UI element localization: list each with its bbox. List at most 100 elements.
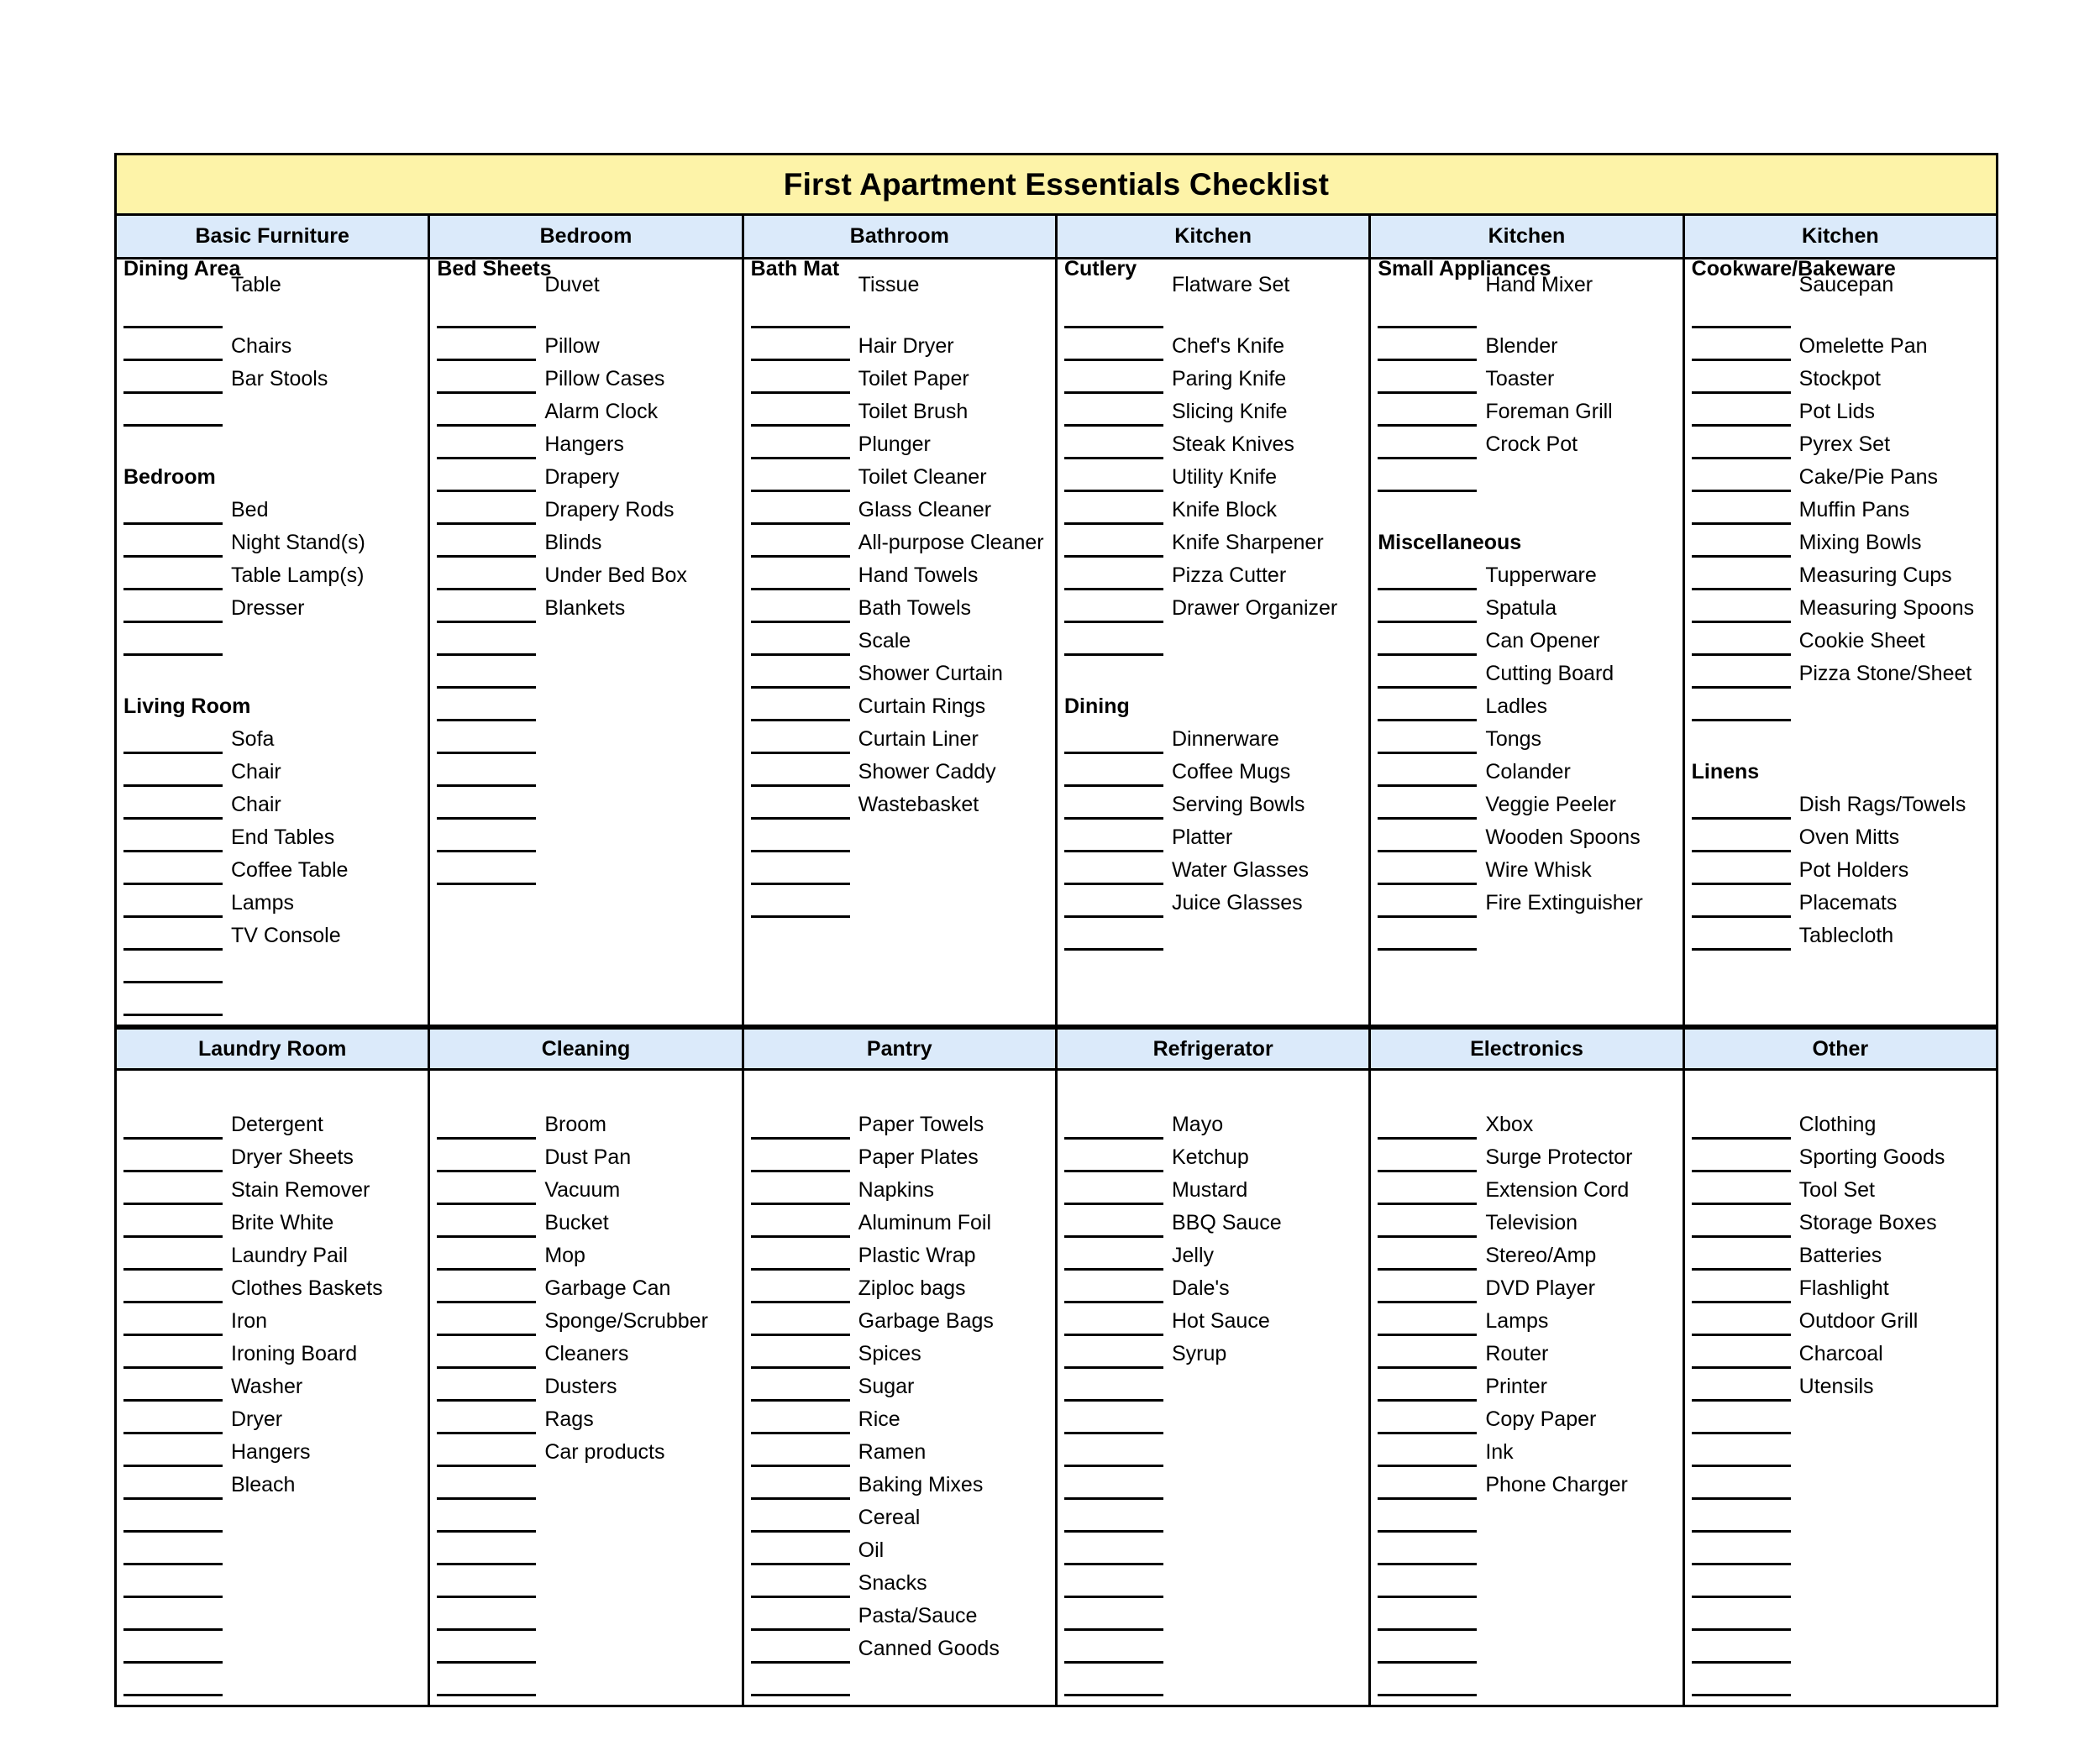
write-in-rule[interactable] [1063,1273,1163,1303]
write-in-rule[interactable] [437,658,537,689]
write-in-rule[interactable] [1378,1601,1478,1631]
write-in-line[interactable] [744,296,1055,328]
checklist-item[interactable]: Tablecloth [1685,918,1996,951]
write-in-rule[interactable] [1691,1240,1791,1271]
checklist-item[interactable]: Router [1371,1336,1682,1369]
write-in-line[interactable] [430,1664,741,1696]
checklist-item[interactable]: Water Glasses [1058,852,1368,885]
write-in-rule[interactable] [123,1142,223,1172]
write-in-line[interactable] [1058,1598,1368,1631]
write-in-rule[interactable] [1063,855,1163,885]
write-in-rule[interactable] [1691,1404,1791,1434]
checklist-item[interactable]: Pasta/Sauce [744,1598,1055,1631]
write-in-rule[interactable] [1063,789,1163,820]
checklist-item[interactable]: Spatula [1371,590,1682,623]
checklist-item[interactable]: Pillow Cases [430,361,741,394]
write-in-line[interactable] [117,1500,428,1533]
write-in-rule[interactable] [1691,1175,1791,1205]
write-in-rule[interactable] [1063,888,1163,918]
write-in-rule[interactable] [1378,1306,1478,1336]
write-in-rule[interactable] [750,1502,850,1533]
write-in-rule[interactable] [123,1273,223,1303]
write-in-line[interactable] [117,623,428,656]
write-in-line[interactable] [1058,1434,1368,1467]
checklist-item[interactable]: Stockpot [1685,361,1996,394]
write-in-rule[interactable] [1063,298,1163,328]
write-in-rule[interactable] [750,789,850,820]
checklist-item[interactable]: Brite White [117,1205,428,1238]
checklist-item[interactable]: Pot Holders [1685,852,1996,885]
write-in-rule[interactable] [123,1601,223,1631]
write-in-rule[interactable] [123,986,223,1016]
checklist-item[interactable]: Paper Towels [744,1107,1055,1140]
write-in-line[interactable] [1685,296,1996,328]
write-in-rule[interactable] [123,1208,223,1238]
write-in-rule[interactable] [750,822,850,852]
checklist-item[interactable]: Garbage Bags [744,1303,1055,1336]
write-in-rule[interactable] [123,298,223,328]
checklist-item[interactable]: Dryer [117,1402,428,1434]
checklist-item[interactable]: Paring Knife [1058,361,1368,394]
column-header-other[interactable]: Other [1684,1030,1996,1068]
write-in-rule[interactable] [1063,1666,1163,1696]
write-in-line[interactable] [117,1664,428,1696]
write-in-rule[interactable] [1063,1306,1163,1336]
write-in-line[interactable] [117,1533,428,1565]
write-in-rule[interactable] [437,1666,537,1696]
write-in-rule[interactable] [750,1240,850,1271]
checklist-item[interactable]: Toilet Brush [744,394,1055,427]
write-in-line[interactable] [117,983,428,1016]
checklist-item[interactable]: Jelly [1058,1238,1368,1271]
checklist-item[interactable]: Drapery [430,459,741,492]
write-in-rule[interactable] [1378,331,1478,361]
write-in-rule[interactable] [437,757,537,787]
checklist-item[interactable]: Broom [430,1107,741,1140]
column-header-laundry-room[interactable]: Laundry Room [117,1030,431,1068]
checklist-item[interactable]: Chairs [117,328,428,361]
write-in-line[interactable] [117,1598,428,1631]
write-in-rule[interactable] [437,789,537,820]
write-in-rule[interactable] [750,1208,850,1238]
write-in-line[interactable] [1685,689,1996,721]
write-in-rule[interactable] [1691,1339,1791,1369]
checklist-item[interactable]: Toilet Cleaner [744,459,1055,492]
checklist-item[interactable]: Rice [744,1402,1055,1434]
checklist-item[interactable]: Hair Dryer [744,328,1055,361]
write-in-line[interactable] [1058,1074,1368,1107]
write-in-line[interactable] [1685,1598,1996,1631]
checklist-item[interactable]: Ladles [1371,689,1682,721]
checklist-item[interactable]: All-purpose Cleaner [744,525,1055,558]
checklist-item[interactable]: Clothes Baskets [117,1271,428,1303]
write-in-rule[interactable] [437,1437,537,1467]
write-in-rule[interactable] [1378,724,1478,754]
checklist-item[interactable]: Drawer Organizer [1058,590,1368,623]
write-in-rule[interactable] [750,364,850,394]
checklist-item[interactable]: Charcoal [1685,1336,1996,1369]
write-in-rule[interactable] [750,724,850,754]
write-in-rule[interactable] [437,1142,537,1172]
checklist-item[interactable]: Blankets [430,590,741,623]
checklist-item[interactable]: Dust Pan [430,1140,741,1172]
write-in-line[interactable] [1058,918,1368,951]
write-in-rule[interactable] [750,1437,850,1467]
checklist-item[interactable]: Knife Sharpener [1058,525,1368,558]
checklist-item[interactable]: Drapery Rods [430,492,741,525]
write-in-line[interactable] [1058,1402,1368,1434]
checklist-item[interactable]: Hangers [117,1434,428,1467]
write-in-rule[interactable] [750,1535,850,1565]
write-in-rule[interactable] [1378,626,1478,656]
write-in-line[interactable] [430,820,741,852]
column-header-pantry[interactable]: Pantry [743,1030,1058,1068]
write-in-line[interactable] [430,689,741,721]
checklist-item[interactable]: Glass Cleaner [744,492,1055,525]
write-in-rule[interactable] [750,1601,850,1631]
write-in-line[interactable] [1371,1533,1682,1565]
write-in-rule[interactable] [750,1306,850,1336]
write-in-rule[interactable] [437,1633,537,1664]
write-in-rule[interactable] [1691,495,1791,525]
write-in-line[interactable] [744,852,1055,885]
write-in-rule[interactable] [1691,364,1791,394]
checklist-item[interactable]: Detergent [117,1107,428,1140]
checklist-item[interactable]: Wooden Spoons [1371,820,1682,852]
checklist-item[interactable]: Ink [1371,1434,1682,1467]
